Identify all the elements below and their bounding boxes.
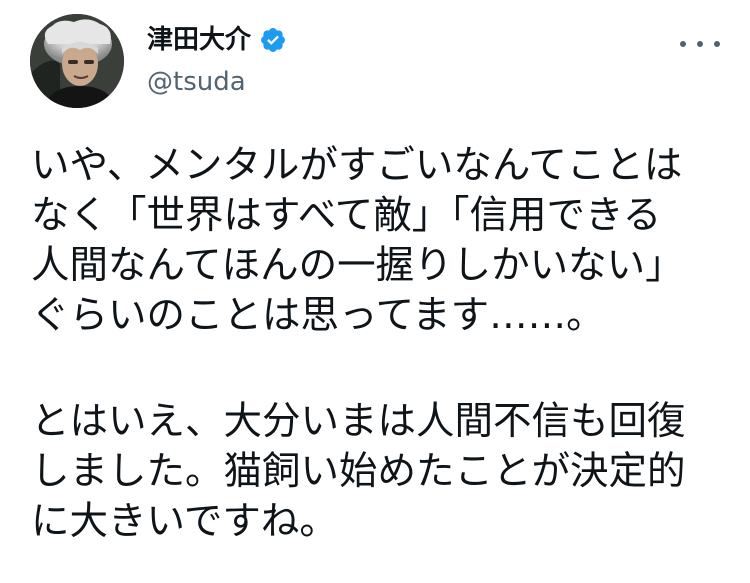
tweet-line: とはいえ、大分いまは人間不信も回復 xyxy=(31,399,686,444)
more-dot xyxy=(714,41,720,47)
more-options-icon[interactable] xyxy=(680,32,720,56)
display-name-row: 津田大介 xyxy=(147,22,287,58)
more-dot xyxy=(680,41,686,47)
tweet-line: ぐらいのことは思ってます……。 xyxy=(31,293,605,338)
display-name[interactable]: 津田大介 xyxy=(147,22,251,58)
author-names: 津田大介 @tsuda xyxy=(147,22,287,100)
tweet-line: なく「世界はすべて敵」「信用できる xyxy=(31,193,662,238)
tweet-text: いや、メンタルがすごいなんてことは なく「世界はすべて敵」「信用できる 人間なん… xyxy=(31,141,721,547)
tweet-line: 人間なんてほんの一握りしかいない」 xyxy=(31,243,684,288)
tweet-card: 津田大介 @tsuda いや、メンタルがすごいなんてことは なく「世界はすべて敵… xyxy=(0,0,750,583)
tweet-line: いや、メンタルがすごいなんてことは xyxy=(31,143,683,188)
verified-badge-icon xyxy=(259,26,287,54)
avatar-photo xyxy=(30,14,124,108)
tweet-line: に大きいですね。 xyxy=(31,499,338,544)
user-handle[interactable]: @tsuda xyxy=(147,64,287,100)
more-dot xyxy=(697,41,703,47)
avatar[interactable] xyxy=(30,14,124,108)
tweet-line: しました。猫飼い始めたことが決定的 xyxy=(31,449,686,494)
tweet-header: 津田大介 @tsuda xyxy=(30,14,720,108)
